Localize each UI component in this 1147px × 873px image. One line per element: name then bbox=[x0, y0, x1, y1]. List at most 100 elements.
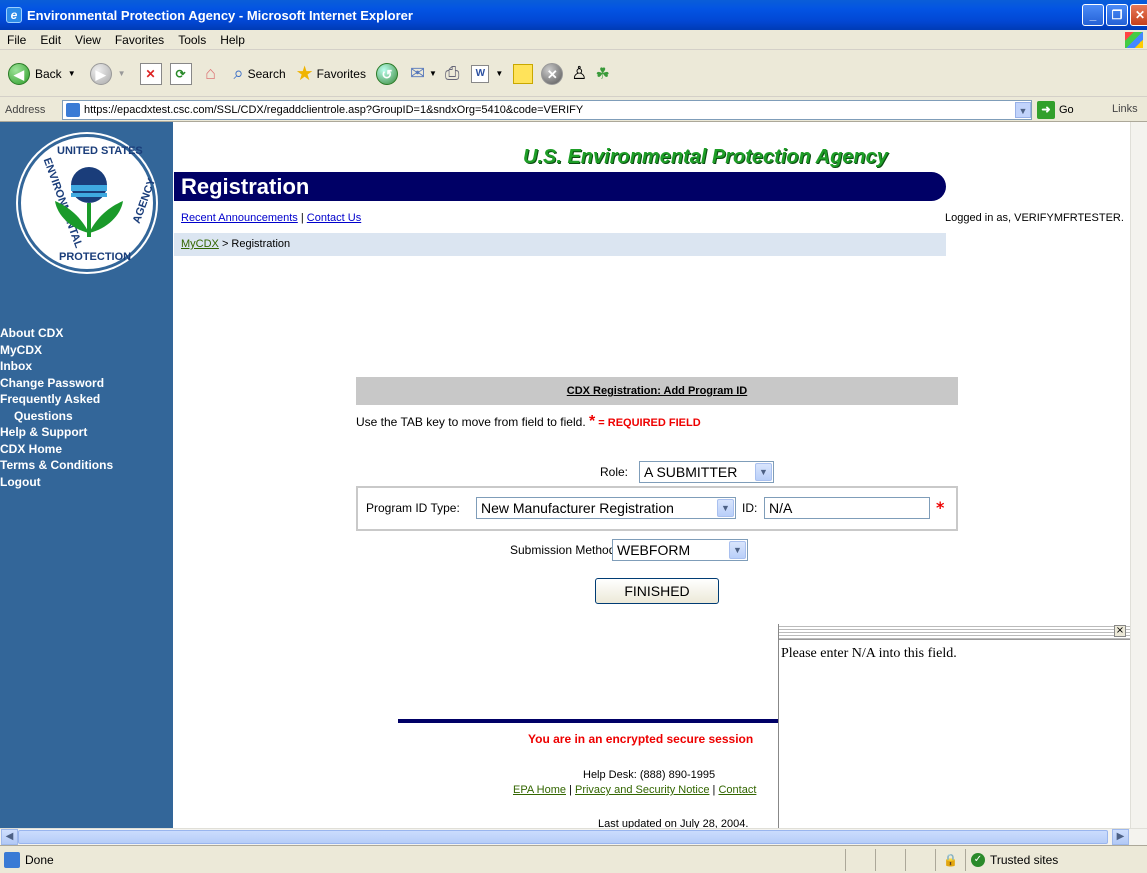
search-button[interactable]: ⌕ Search bbox=[234, 63, 286, 84]
status-cell bbox=[845, 848, 875, 871]
block-button[interactable]: ✕ bbox=[541, 62, 564, 85]
finished-button[interactable]: FINISHED bbox=[595, 578, 719, 604]
submission-method-value: WEBFORM bbox=[617, 542, 691, 558]
home-button[interactable]: ⌂ bbox=[200, 63, 222, 85]
role-value: A SUBMITTER bbox=[644, 464, 738, 480]
chevron-down-icon[interactable]: ▼ bbox=[729, 541, 746, 559]
form-heading: CDX Registration: Add Program ID bbox=[356, 377, 958, 405]
messenger-icon: ☘ bbox=[595, 65, 610, 83]
links-button[interactable]: Links bbox=[1112, 103, 1138, 115]
print-button[interactable]: ⎙ bbox=[445, 63, 459, 84]
refresh-button[interactable]: ⟳ bbox=[169, 62, 192, 85]
menu-edit[interactable]: Edit bbox=[33, 33, 68, 47]
nav-change-password[interactable]: Change Password bbox=[0, 375, 173, 392]
id-input[interactable]: N/A bbox=[764, 497, 930, 519]
close-button[interactable]: ✕ bbox=[1130, 4, 1147, 26]
printer-icon: ⎙ bbox=[444, 63, 460, 83]
ie-icon: e bbox=[6, 7, 22, 23]
menu-view[interactable]: View bbox=[68, 33, 108, 47]
privacy-link[interactable]: Privacy and Security Notice bbox=[575, 784, 710, 796]
chevron-down-icon[interactable]: ▼ bbox=[717, 499, 734, 517]
vertical-scrollbar[interactable] bbox=[1130, 122, 1147, 828]
nav-terms[interactable]: Terms & Conditions bbox=[0, 457, 173, 474]
back-arrow-icon: ◀ bbox=[8, 62, 30, 85]
menu-favorites[interactable]: Favorites bbox=[108, 33, 171, 47]
menu-file[interactable]: File bbox=[0, 33, 33, 47]
seal-text-bottom: PROTECTION bbox=[59, 251, 132, 263]
mail-button[interactable]: ✉ ▼ bbox=[410, 63, 437, 84]
refresh-icon: ⟳ bbox=[169, 62, 192, 85]
breadcrumb-mycdx-link[interactable]: MyCDX bbox=[181, 238, 219, 250]
logged-in-status: Logged in as, VERIFYMFRTESTER. bbox=[945, 212, 1124, 224]
nav-inbox[interactable]: Inbox bbox=[0, 358, 173, 375]
scroll-left-icon[interactable]: ◀ bbox=[1, 829, 18, 845]
forward-button[interactable]: ▶ ▼ bbox=[89, 62, 126, 85]
research-button[interactable]: ♙ bbox=[571, 63, 587, 84]
link-separator: | bbox=[297, 212, 307, 224]
chevron-down-icon[interactable]: ▼ bbox=[495, 69, 503, 78]
chevron-down-icon[interactable]: ▼ bbox=[118, 69, 126, 78]
instructions-text: Use the TAB key to move from field to fi… bbox=[356, 415, 586, 429]
stop-icon: ✕ bbox=[139, 62, 162, 85]
popup-close-button[interactable]: × bbox=[1114, 625, 1126, 637]
menu-help[interactable]: Help bbox=[213, 33, 252, 47]
page-viewport: UNITED STATES ENVIRONMENTAL AGENCY PROTE… bbox=[0, 122, 1130, 828]
program-id-type-select[interactable]: New Manufacturer Registration ▼ bbox=[476, 497, 736, 519]
forward-arrow-icon: ▶ bbox=[89, 62, 112, 85]
window-title: Environmental Protection Agency - Micros… bbox=[27, 7, 413, 23]
stop-button[interactable]: ✕ bbox=[139, 62, 162, 85]
chevron-down-icon[interactable]: ▼ bbox=[68, 69, 76, 78]
star-icon: ★ bbox=[295, 63, 314, 85]
page-icon bbox=[66, 103, 80, 117]
chevron-down-icon[interactable]: ▼ bbox=[1015, 102, 1031, 118]
block-icon: ✕ bbox=[541, 62, 564, 85]
notes-button[interactable] bbox=[513, 63, 534, 84]
scroll-right-icon[interactable]: ▶ bbox=[1112, 829, 1129, 845]
submission-method-select[interactable]: WEBFORM ▼ bbox=[612, 539, 748, 561]
program-id-type-value: New Manufacturer Registration bbox=[481, 500, 674, 516]
contact-link[interactable]: Contact bbox=[718, 784, 756, 796]
role-select[interactable]: A SUBMITTER ▼ bbox=[639, 461, 774, 483]
nav-help-support[interactable]: Help & Support bbox=[0, 424, 173, 441]
nav-mycdx[interactable]: MyCDX bbox=[0, 342, 173, 359]
popup-message: Please enter N/A into this field. bbox=[781, 646, 957, 661]
address-url: https://epacdxtest.csc.com/SSL/CDX/regad… bbox=[84, 104, 584, 116]
go-arrow-icon: ➜ bbox=[1037, 101, 1055, 119]
footer-separator: | bbox=[566, 784, 575, 796]
messenger-button[interactable]: ☘ bbox=[595, 64, 609, 84]
maximize-button[interactable]: ❐ bbox=[1106, 4, 1128, 26]
favorites-label: Favorites bbox=[316, 66, 366, 81]
popup-header[interactable]: × bbox=[779, 624, 1130, 640]
nav-faq[interactable]: Frequently Asked bbox=[0, 391, 173, 408]
back-button[interactable]: ◀ Back ▼ bbox=[8, 62, 76, 85]
favorites-button[interactable]: ★ Favorites bbox=[296, 61, 366, 86]
help-desk-phone: Help Desk: (888) 890-1995 bbox=[583, 769, 716, 781]
footer-links: EPA Home | Privacy and Security Notice |… bbox=[513, 784, 756, 796]
chevron-down-icon[interactable]: ▼ bbox=[429, 69, 437, 78]
nav-faq-continued[interactable]: Questions bbox=[0, 408, 173, 425]
address-input[interactable]: https://epacdxtest.csc.com/SSL/CDX/regad… bbox=[62, 100, 1032, 120]
flower-icon bbox=[55, 167, 123, 237]
recent-announcements-link[interactable]: Recent Announcements bbox=[181, 212, 298, 224]
word-icon: W bbox=[471, 64, 490, 83]
contact-us-link[interactable]: Contact Us bbox=[307, 212, 361, 224]
scroll-thumb[interactable] bbox=[18, 830, 1108, 844]
form-instructions: Use the TAB key to move from field to fi… bbox=[356, 413, 701, 431]
nav-about-cdx[interactable]: About CDX bbox=[0, 325, 173, 342]
epa-home-link[interactable]: EPA Home bbox=[513, 784, 566, 796]
chevron-down-icon[interactable]: ▼ bbox=[755, 463, 772, 481]
nav-cdx-home[interactable]: CDX Home bbox=[0, 441, 173, 458]
zone-label: Trusted sites bbox=[990, 852, 1059, 867]
go-button[interactable]: ➜ Go bbox=[1037, 101, 1074, 119]
security-zone: ✓ Trusted sites bbox=[965, 848, 1135, 871]
nav-logout[interactable]: Logout bbox=[0, 474, 173, 491]
minimize-button[interactable]: _ bbox=[1082, 4, 1104, 26]
horizontal-scrollbar[interactable]: ◀ ▶ bbox=[0, 828, 1147, 845]
go-label: Go bbox=[1059, 104, 1074, 116]
menu-tools[interactable]: Tools bbox=[171, 33, 213, 47]
required-star-icon: * bbox=[936, 498, 945, 517]
edit-button[interactable]: W ▼ bbox=[471, 64, 503, 83]
page-title: Registration bbox=[174, 172, 946, 201]
history-button[interactable]: ↺ bbox=[375, 62, 398, 85]
secure-session-notice: You are in an encrypted secure session bbox=[528, 732, 754, 746]
